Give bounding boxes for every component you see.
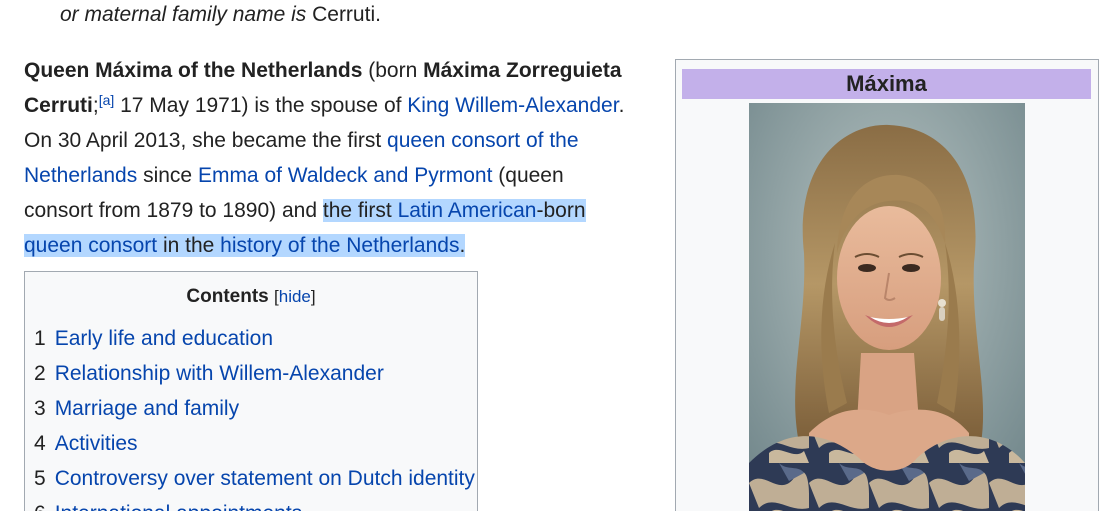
- toc-link-international[interactable]: International appointments: [55, 502, 303, 511]
- toc-number: 1: [34, 327, 46, 350]
- lead-text: On 30 April 2013, she became the first: [24, 129, 388, 152]
- toc-item[interactable]: 3 Marriage and family: [34, 392, 475, 427]
- link-emma-of-waldeck[interactable]: Emma of Waldeck and Pyrmont: [198, 164, 493, 187]
- lead-text: the first: [322, 199, 398, 222]
- toc-number: 5: [34, 467, 46, 490]
- portrait-image[interactable]: [749, 103, 1025, 511]
- birth-name: Máxima Zorreguieta: [423, 59, 622, 82]
- hatnote-end: .: [375, 3, 381, 26]
- toc-number: 2: [34, 362, 46, 385]
- lead-text: -born: [536, 199, 586, 222]
- toc-link-early-life[interactable]: Early life and education: [55, 327, 273, 350]
- link-queen-consort-netherlands-cont[interactable]: Netherlands: [24, 164, 137, 187]
- link-queen-consort-netherlands[interactable]: queen consort of the: [387, 129, 578, 152]
- portrait-illustration: [749, 103, 1025, 511]
- lead-text: .: [459, 234, 466, 257]
- lead-line-4: Netherlands since Emma of Waldeck and Py…: [24, 158, 664, 193]
- lead-text: since: [137, 164, 198, 187]
- toc-list: 1 Early life and education 2 Relationship …: [34, 322, 475, 511]
- toc-number: 4: [34, 432, 46, 455]
- toc-title: Contents [hide]: [25, 286, 477, 308]
- link-queen-consort[interactable]: queen consort: [24, 234, 157, 257]
- toc-hide-button[interactable]: hide: [279, 287, 311, 306]
- lead-line-1: Queen Máxima of the Netherlands (born Má…: [24, 53, 664, 88]
- link-king-willem-alexander[interactable]: King Willem-Alexander: [407, 94, 618, 117]
- toc-toggle: [hide]: [274, 287, 316, 306]
- birth-name-cont: Cerruti: [24, 94, 93, 117]
- hatnote: or maternal family name is Cerruti.: [0, 0, 1116, 38]
- text-selection: queen consort in the history of the Neth…: [24, 234, 466, 257]
- lead-line-6: queen consort in the history of the Neth…: [24, 228, 664, 263]
- toc-heading: Contents: [186, 286, 269, 307]
- toc-link-controversy[interactable]: Controversy over statement on Dutch iden…: [55, 467, 475, 490]
- footnote-ref-a[interactable]: [a]: [99, 92, 115, 108]
- infobox: Máxima: [675, 59, 1099, 511]
- lead-line-5: consort from 1879 to 1890) and the first…: [24, 193, 664, 228]
- hatnote-text: or maternal family name is Cerruti.: [60, 3, 381, 27]
- toc-number: 6: [34, 502, 46, 511]
- text-selection: the first Latin American-born: [322, 199, 586, 222]
- toc-item[interactable]: 1 Early life and education: [34, 322, 475, 357]
- hatnote-italic: or maternal family name is: [60, 3, 313, 26]
- lead-line-2: Cerruti;[a] 17 May 1971) is the spouse o…: [24, 88, 664, 123]
- lead-text: .: [618, 94, 625, 117]
- toc-item[interactable]: 6 International appointments: [34, 497, 475, 511]
- article-subject: Queen Máxima of the Netherlands: [24, 59, 363, 82]
- lead-line-3: On 30 April 2013, she became the first q…: [24, 123, 664, 158]
- toc-bracket: ]: [310, 287, 316, 306]
- table-of-contents: Contents [hide] 1 Early life and educatio…: [24, 271, 478, 511]
- toc-link-relationship[interactable]: Relationship with Willem-Alexander: [55, 362, 384, 385]
- lead-text: in the: [157, 234, 221, 257]
- toc-number: 3: [34, 397, 46, 420]
- toc-link-marriage[interactable]: Marriage and family: [55, 397, 239, 420]
- lead-paragraph: Queen Máxima of the Netherlands (born Má…: [24, 53, 664, 263]
- link-latin-american[interactable]: Latin American: [398, 199, 537, 222]
- toc-item[interactable]: 2 Relationship with Willem-Alexander: [34, 357, 475, 392]
- toc-item[interactable]: 4 Activities: [34, 427, 475, 462]
- lead-text: (born: [362, 59, 424, 82]
- lead-text: (queen: [492, 164, 564, 187]
- infobox-title: Máxima: [682, 69, 1091, 99]
- toc-item[interactable]: 5 Controversy over statement on Dutch ide…: [34, 462, 475, 497]
- lead-text: consort from 1879 to 1890) and: [24, 199, 323, 222]
- lead-text: 17 May 1971) is the spouse of: [114, 94, 408, 117]
- toc-link-activities[interactable]: Activities: [55, 432, 138, 455]
- link-history-of-netherlands[interactable]: history of the Netherlands: [220, 234, 459, 257]
- hatnote-name: Cerruti: [312, 3, 376, 26]
